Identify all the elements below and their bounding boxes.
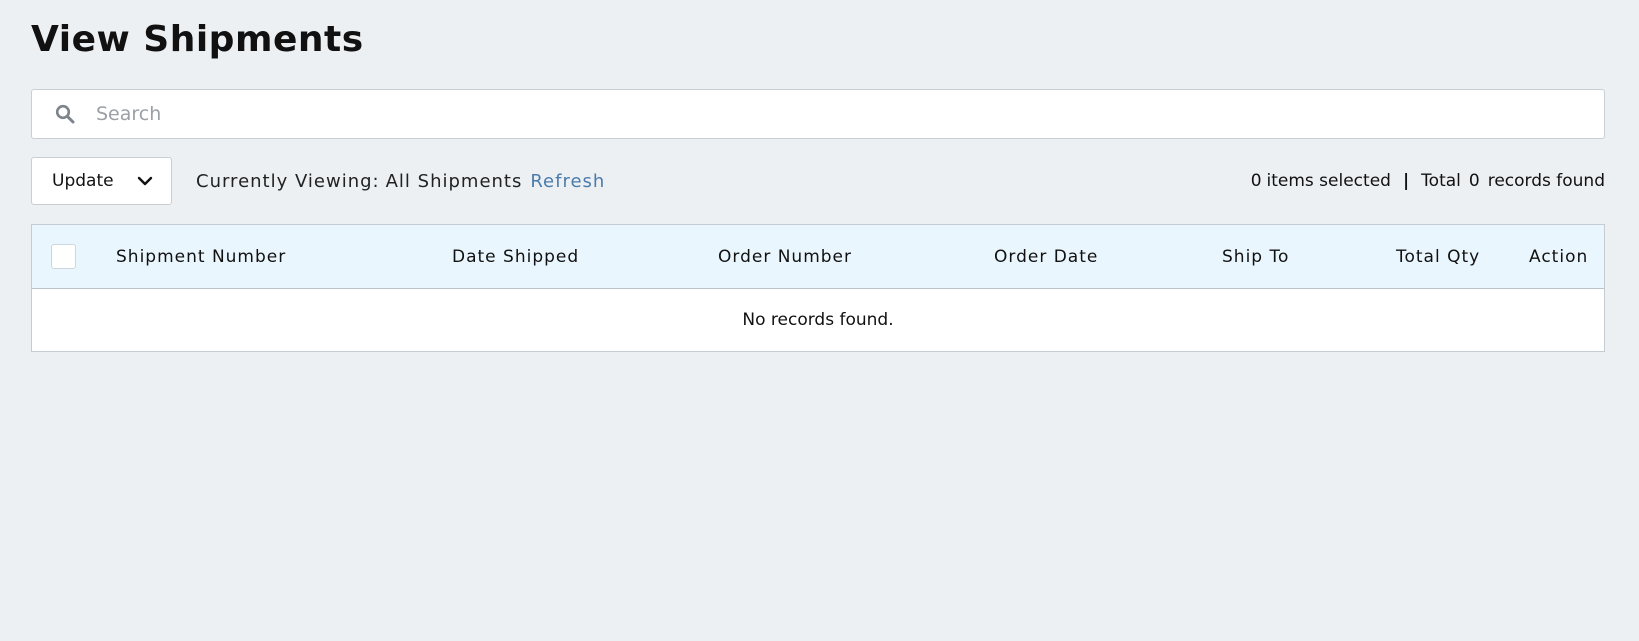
empty-state-row: No records found. (32, 289, 1604, 351)
column-header-date-shipped[interactable]: Date Shipped (452, 225, 579, 289)
total-label: Total (1421, 171, 1461, 191)
column-header-action: Action (1529, 247, 1589, 267)
records-summary: 0 items selected | Total 0 records found (1251, 157, 1605, 205)
records-label: records found (1487, 171, 1605, 191)
column-header-ship-to[interactable]: Ship To (1222, 225, 1289, 289)
viewing-label: Currently Viewing: (196, 170, 380, 192)
empty-message: No records found. (742, 310, 894, 330)
select-all-checkbox[interactable] (51, 244, 76, 269)
toolbar: Update Currently Viewing: All Shipments … (31, 157, 1605, 205)
selected-label: items selected (1266, 171, 1391, 191)
page: View Shipments Update Currently Viewing:… (0, 0, 1639, 641)
search-bar[interactable] (31, 89, 1605, 139)
page-title: View Shipments (31, 19, 364, 60)
search-input[interactable] (96, 90, 1604, 138)
column-header-order-number[interactable]: Order Number (718, 225, 852, 289)
search-icon (54, 103, 76, 125)
current-view: Currently Viewing: All Shipments Refresh (196, 157, 605, 205)
update-button-label: Update (52, 171, 114, 191)
table-header-row: Shipment Number Date Shipped Order Numbe… (32, 225, 1604, 289)
update-dropdown-button[interactable]: Update (31, 157, 172, 205)
selected-count: 0 (1250, 171, 1262, 191)
chevron-down-icon (137, 171, 153, 191)
column-header-order-date[interactable]: Order Date (994, 225, 1098, 289)
total-count: 0 (1468, 171, 1480, 191)
refresh-link[interactable]: Refresh (530, 171, 605, 192)
column-header-shipment-number[interactable]: Shipment Number (116, 225, 286, 289)
column-header-total-qty[interactable]: Total Qty (1396, 225, 1480, 289)
shipments-table: Shipment Number Date Shipped Order Numbe… (31, 224, 1605, 352)
viewing-value: All Shipments (385, 170, 523, 192)
summary-separator: | (1402, 171, 1410, 191)
